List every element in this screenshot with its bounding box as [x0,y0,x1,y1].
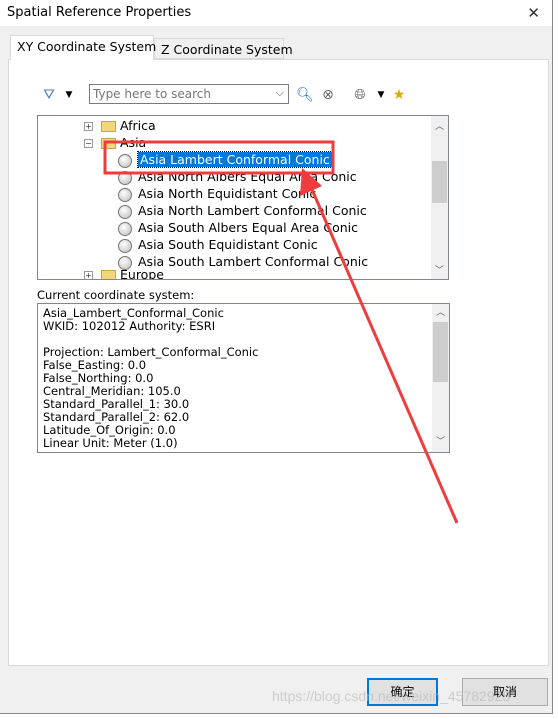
clear-search-icon[interactable]: ⊗ [319,86,337,104]
folder-icon [101,270,116,279]
tree-node-asia[interactable]: − Asia [84,134,146,151]
chevron-down-icon[interactable]: ⌵ [276,86,284,100]
dialog: Spatial Reference Properties ✕ XY Coordi… [0,0,553,714]
folder-icon [101,121,116,132]
scroll-down-icon[interactable]: ﹀ [431,263,448,276]
scroll-thumb[interactable] [432,161,447,203]
globe-icon [118,153,132,168]
scroll-down-icon[interactable]: ﹀ [432,436,449,449]
ok-button[interactable]: 确定 [367,678,438,706]
scroll-thumb[interactable] [433,322,448,382]
current-coordinate-system-details: Asia_Lambert_Conformal_Conic WKID: 10201… [37,303,450,453]
collapse-icon[interactable]: − [84,139,93,148]
expand-icon[interactable]: + [84,122,93,131]
cancel-button[interactable]: 取消 [462,678,548,706]
current-coordinate-system-label: Current coordinate system: [37,288,195,302]
search-input[interactable]: ⌵ [89,84,289,104]
scroll-up-icon[interactable]: ︿ [432,307,449,320]
filter-dropdown-icon[interactable]: ▼ [60,86,78,104]
globe-dropdown-icon[interactable]: ▼ [372,86,390,104]
tab-z-coordinate-system[interactable]: Z Coordinate System [154,38,293,59]
tree-node-projection[interactable]: Asia North Lambert Conformal Conic [118,202,367,219]
globe-icon [118,238,132,253]
filter-icon[interactable]: ⛛ [40,86,58,104]
tree-scrollbar[interactable]: ︿ ﹀ [431,116,448,279]
expand-icon[interactable]: + [84,271,93,279]
title-bar: Spatial Reference Properties ✕ [0,0,552,26]
close-icon[interactable]: ✕ [527,4,540,22]
tree-node-africa[interactable]: + Africa [84,117,156,134]
search-icon[interactable]: 🔍︎ [296,86,314,104]
search-field[interactable] [90,85,268,103]
globe-icon [118,187,132,202]
folder-icon [101,138,116,149]
globe-icon [118,221,132,236]
tree-node-projection[interactable]: Asia South Equidistant Conic [118,236,318,253]
tree-node-projection[interactable]: Asia North Albers Equal Area Conic [118,168,357,185]
add-favorite-icon[interactable]: ★ [390,86,408,104]
tree-node-projection[interactable]: Asia Lambert Conformal Conic [118,151,333,168]
globe-icon[interactable]: 🌐︎ [351,86,369,104]
window-title: Spatial Reference Properties [7,5,192,20]
tab-xy-coordinate-system[interactable]: XY Coordinate System [10,35,156,60]
coordinate-system-tree[interactable]: + Africa − Asia Asia Lambert Conformal Con… [37,115,449,280]
tree-node-europe[interactable]: + Europe [84,266,164,279]
tree-node-projection[interactable]: Asia South Albers Equal Area Conic [118,219,358,236]
details-scrollbar[interactable]: ︿ ﹀ [432,304,449,452]
scroll-up-icon[interactable]: ︿ [431,119,448,132]
tree-node-projection[interactable]: Asia North Equidistant Conic [118,185,316,202]
globe-icon [118,204,132,219]
globe-icon [118,170,132,185]
